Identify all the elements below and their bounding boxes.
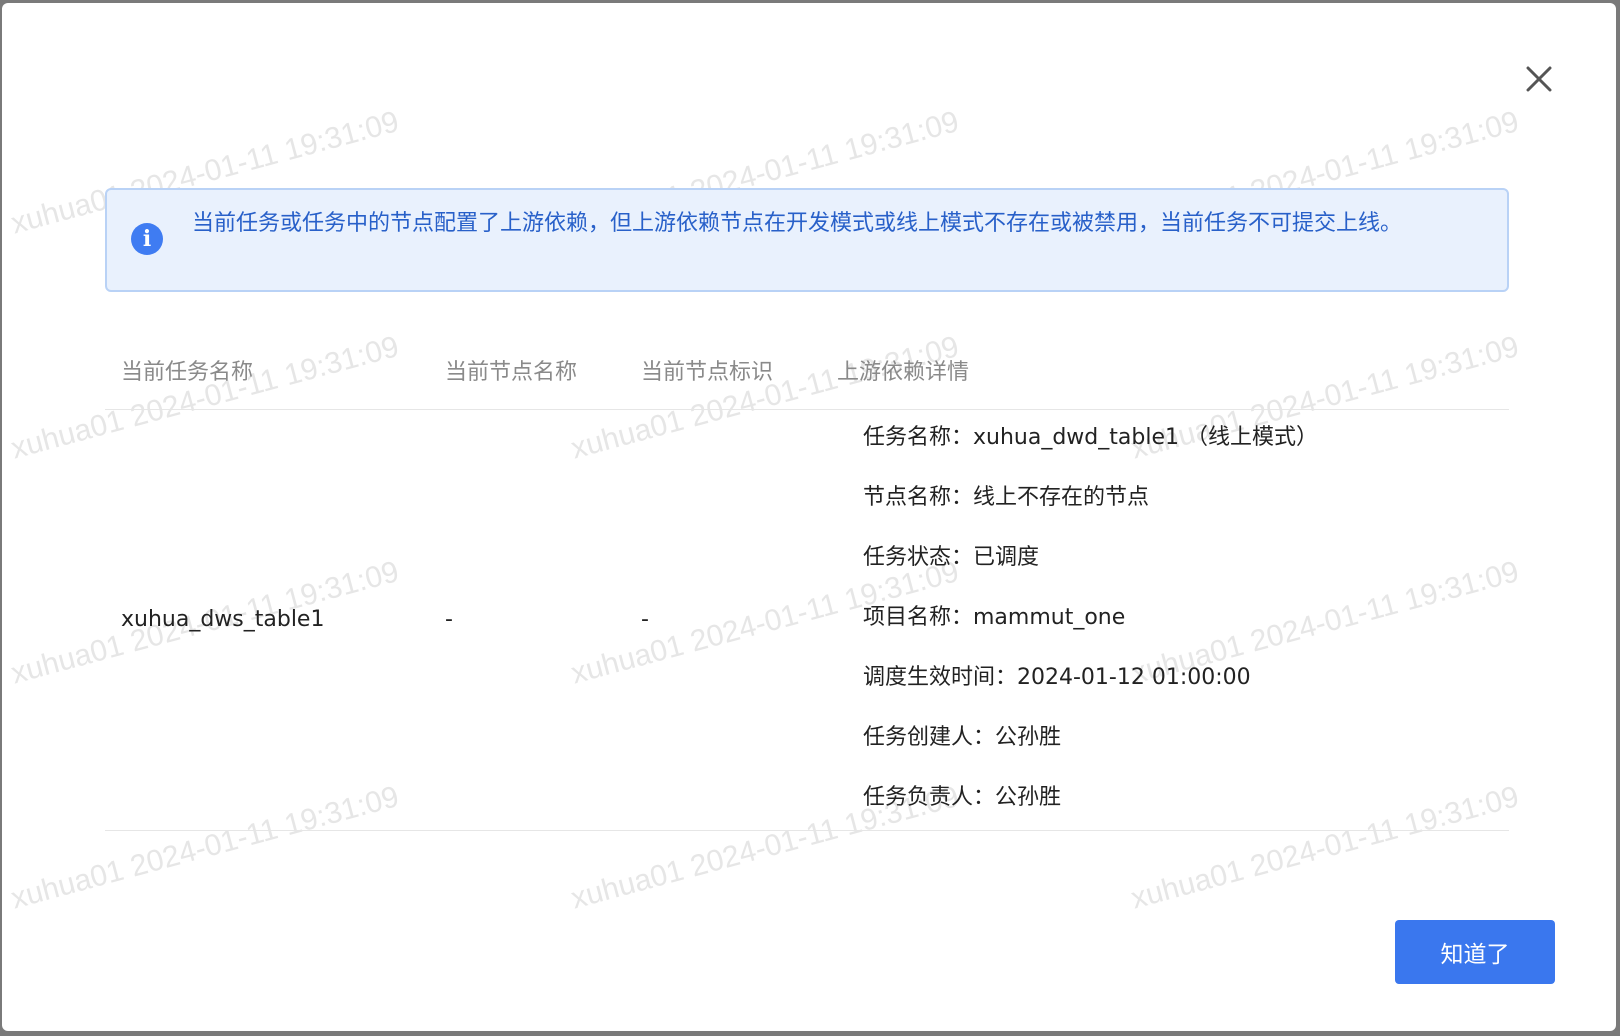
upstream-detail-list: 任务名称：xuhua_dwd_table1 （线上模式） 节点名称：线上不存在的… <box>863 422 1318 842</box>
detail-task-creator: 任务创建人：公孙胜 <box>863 725 1062 750</box>
dependency-table: 当前任务名称 当前节点名称 当前节点标识 上游依赖详情 xuhua_dws_ta… <box>105 343 1509 831</box>
alert-message: 当前任务或任务中的节点配置了上游依赖，但上游依赖节点在开发模式或线上模式不存在或… <box>192 211 1403 236</box>
header-current-task-name: 当前任务名称 <box>121 360 254 385</box>
detail-project-name: 项目名称：mammut_one <box>863 605 1126 630</box>
close-button[interactable] <box>1519 59 1559 99</box>
detail-node-name: 节点名称：线上不存在的节点 <box>863 485 1150 510</box>
detail-task-name: 任务名称：xuhua_dwd_table1 （线上模式） <box>863 425 1318 450</box>
dependency-dialog: xuhua01 2024-01-11 19:31:09 xuhua01 2024… <box>2 3 1616 1031</box>
header-current-node-id: 当前节点标识 <box>641 360 774 385</box>
cell-node-id: - <box>641 607 649 632</box>
cell-task-name: xuhua_dws_table1 <box>121 607 325 632</box>
header-current-node-name: 当前节点名称 <box>445 360 578 385</box>
warning-alert: i 当前任务或任务中的节点配置了上游依赖，但上游依赖节点在开发模式或线上模式不存… <box>105 188 1509 292</box>
info-icon: i <box>131 223 163 255</box>
detail-task-owner: 任务负责人：公孙胜 <box>863 785 1062 810</box>
table-row: xuhua_dws_table1 - - 任务名称：xuhua_dwd_tabl… <box>105 410 1509 831</box>
detail-task-status: 任务状态：已调度 <box>863 545 1040 570</box>
header-upstream-details: 上游依赖详情 <box>837 360 970 385</box>
got-it-button[interactable]: 知道了 <box>1395 920 1555 984</box>
close-icon <box>1526 66 1552 92</box>
table-header: 当前任务名称 当前节点名称 当前节点标识 上游依赖详情 <box>105 343 1509 410</box>
detail-effective-time: 调度生效时间：2024-01-12 01:00:00 <box>863 665 1251 690</box>
cell-node-name: - <box>445 607 453 632</box>
